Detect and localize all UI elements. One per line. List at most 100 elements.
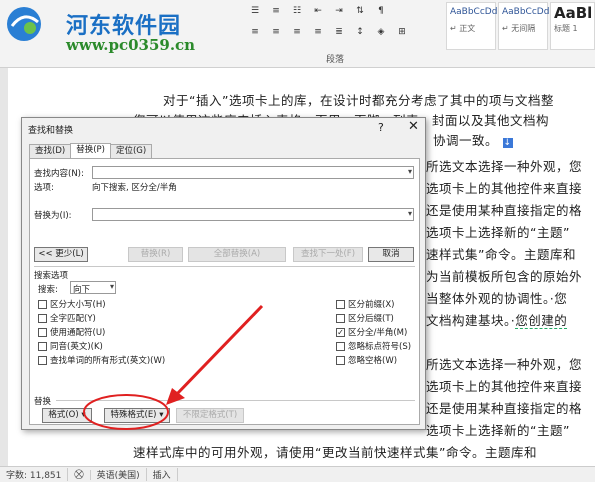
distributed-icon[interactable]: ≣ xyxy=(330,24,348,40)
dialog-title: 查找和替换 xyxy=(28,126,74,136)
find-what-input[interactable]: ▾ xyxy=(92,166,414,179)
numbering-icon[interactable]: ≡ xyxy=(267,3,285,19)
checkbox-box[interactable] xyxy=(336,341,345,351)
checkbox-label: 忽略空格(W) xyxy=(348,356,398,366)
replace-tab-panel: 查找内容(N): ▾ 选项: 向下搜索, 区分全/半角 替换为(I): ▾ <<… xyxy=(29,158,420,425)
all-word-forms-checkbox[interactable]: 查找单词的所有形式(英文)(W) xyxy=(38,354,165,366)
style-heading-1[interactable]: AaBl 标题 1 xyxy=(550,2,595,50)
doc-line: 选项卡上选择新的“主题” xyxy=(426,225,570,240)
wildcards-checkbox[interactable]: 使用通配符(U) xyxy=(38,326,105,338)
no-formatting-button[interactable]: 不限定格式(T) xyxy=(176,408,244,423)
replace-with-input[interactable]: ▾ xyxy=(92,208,414,221)
checkbox-label: 区分后缀(T) xyxy=(348,314,394,324)
checkbox-label: 使用通配符(U) xyxy=(50,328,106,338)
line-spacing-icon[interactable]: ↕ xyxy=(351,24,369,40)
ignore-spaces-checkbox[interactable]: 忽略空格(W) xyxy=(336,354,397,366)
shading-icon[interactable]: ◈ xyxy=(372,24,390,40)
tab-goto[interactable]: 定位(G) xyxy=(109,144,153,158)
tab-find[interactable]: 查找(D) xyxy=(29,144,72,158)
show-marks-icon[interactable]: ¶ xyxy=(372,3,390,19)
find-what-label: 查找内容(N): xyxy=(34,169,84,179)
checkbox-box[interactable]: ✓ xyxy=(336,327,345,337)
format-button[interactable]: 格式(O) ▾ xyxy=(42,408,92,423)
match-width-checkbox[interactable]: ✓ 区分全/半角(M) xyxy=(336,326,407,338)
options-value: 向下搜索, 区分全/半角 xyxy=(92,183,177,193)
match-prefix-checkbox[interactable]: 区分前缀(X) xyxy=(336,298,394,310)
style-sample: AaBbCcDd xyxy=(450,7,498,17)
style-normal[interactable]: AaBbCcDd ↵ 正文 xyxy=(446,2,498,50)
style-no-spacing[interactable]: AaBbCcDd ↵ 无间隔 xyxy=(498,2,549,50)
watermark-url: www.pc0359.cn xyxy=(66,36,196,54)
checkbox-box[interactable] xyxy=(38,313,47,323)
checkbox-box[interactable] xyxy=(336,355,345,365)
checkbox-label: 忽略标点符号(S) xyxy=(348,342,412,352)
borders-icon[interactable]: ⊞ xyxy=(393,24,411,40)
align-center-icon[interactable]: ≡ xyxy=(267,24,285,40)
checkbox-box[interactable] xyxy=(336,299,345,309)
multilevel-list-icon[interactable]: ☷ xyxy=(288,3,306,19)
doc-line: 选项卡上的其他控件来直接 xyxy=(426,379,583,394)
whole-word-checkbox[interactable]: 全字匹配(Y) xyxy=(38,312,96,324)
word-count[interactable]: 字数: 11,851 xyxy=(0,468,69,481)
doc-line: 还是使用某种直接指定的格 xyxy=(426,401,583,416)
insert-mode-indicator[interactable]: 插入 xyxy=(147,468,178,481)
match-case-checkbox[interactable]: 区分大小写(H) xyxy=(38,298,106,310)
close-button[interactable]: ✕ xyxy=(408,119,419,134)
doc-line: 为当前模板所包含的原始外 xyxy=(426,269,583,284)
checkbox-box[interactable] xyxy=(38,355,47,365)
match-suffix-checkbox[interactable]: 区分后缀(T) xyxy=(336,312,394,324)
decrease-indent-icon[interactable]: ⇤ xyxy=(309,3,327,19)
doc-line: 协调一致。 ↓ xyxy=(433,133,513,148)
status-bar: 字数: 11,851 ⛒ 英语(美国) 插入 xyxy=(0,466,595,482)
align-right-icon[interactable]: ≡ xyxy=(288,24,306,40)
increase-indent-icon[interactable]: ⇥ xyxy=(330,3,348,19)
proofing-icon[interactable]: ⛒ xyxy=(68,469,91,480)
tab-replace[interactable]: 替换(P) xyxy=(70,143,111,158)
find-replace-dialog: 查找和替换 ? ✕ 查找(D) 替换(P) 定位(G) 查找内容(N): ▾ 选… xyxy=(21,117,426,430)
checkbox-box[interactable] xyxy=(38,299,47,309)
checkbox-label: 区分大小写(H) xyxy=(50,300,106,310)
find-next-button[interactable]: 查找下一处(F) xyxy=(293,247,363,262)
style-name: ↵ 正文 xyxy=(450,24,476,33)
style-sample: AaBl xyxy=(554,4,593,22)
options-label: 选项: xyxy=(34,183,54,193)
replace-button[interactable]: 替换(R) xyxy=(128,247,183,262)
doc-line: 文档构建基块。·您创建的 xyxy=(426,313,568,329)
chevron-down-icon[interactable]: ▾ xyxy=(408,209,412,218)
checkbox-box[interactable] xyxy=(38,341,47,351)
watermark-logo-icon xyxy=(7,7,41,41)
language-indicator[interactable]: 英语(美国) xyxy=(91,468,147,481)
special-button[interactable]: 特殊格式(E) ▾ xyxy=(104,408,170,423)
search-direction-select[interactable]: 向下 ▾ xyxy=(70,281,116,295)
cursor-mark: ↓ xyxy=(502,138,513,148)
chevron-down-icon[interactable]: ▾ xyxy=(110,282,114,291)
replace-all-button[interactable]: 全部替换(A) xyxy=(188,247,286,262)
less-button[interactable]: << 更少(L) xyxy=(34,247,88,262)
cancel-button[interactable]: 取消 xyxy=(368,247,414,262)
doc-line: 选项卡上选择新的“主题” xyxy=(426,423,570,438)
checkbox-box[interactable] xyxy=(336,313,345,323)
replace-with-label: 替换为(I): xyxy=(34,211,72,221)
divider xyxy=(34,266,415,267)
checkbox-label: 区分前缀(X) xyxy=(348,300,395,310)
checkbox-label: 全字匹配(Y) xyxy=(50,314,96,324)
align-toolbar-row: ≡ ≡ ≡ ≡ ≣ ↕ ◈ ⊞ xyxy=(246,24,411,40)
chevron-down-icon[interactable]: ▾ xyxy=(408,167,412,176)
sort-icon[interactable]: ⇅ xyxy=(351,3,369,19)
bullets-icon[interactable]: ☰ xyxy=(246,3,264,19)
doc-line: 还是使用某种直接指定的格 xyxy=(426,203,583,218)
doc-line: 速样式集”命令。主题库和 xyxy=(426,247,576,262)
ignore-punctuation-checkbox[interactable]: 忽略标点符号(S) xyxy=(336,340,411,352)
checkbox-box[interactable] xyxy=(38,327,47,337)
sounds-like-checkbox[interactable]: 同音(英文)(K) xyxy=(38,340,103,352)
doc-line: 速样式库中的可用外观，请使用“更改当前快速样式集”命令。主题库和 xyxy=(133,445,537,460)
search-options-title: 搜索选项 xyxy=(34,271,69,281)
doc-line: 所选文本选择一种外观，您 xyxy=(426,357,583,372)
align-left-icon[interactable]: ≡ xyxy=(246,24,264,40)
replace-section-title: 替换 xyxy=(34,397,52,407)
doc-line: 所选文本选择一种外观，您 xyxy=(426,159,583,174)
justify-icon[interactable]: ≡ xyxy=(309,24,327,40)
help-button[interactable]: ? xyxy=(378,121,384,134)
list-toolbar-row: ☰ ≡ ☷ ⇤ ⇥ ⇅ ¶ xyxy=(246,3,390,19)
search-direction-value: 向下 xyxy=(73,285,91,295)
